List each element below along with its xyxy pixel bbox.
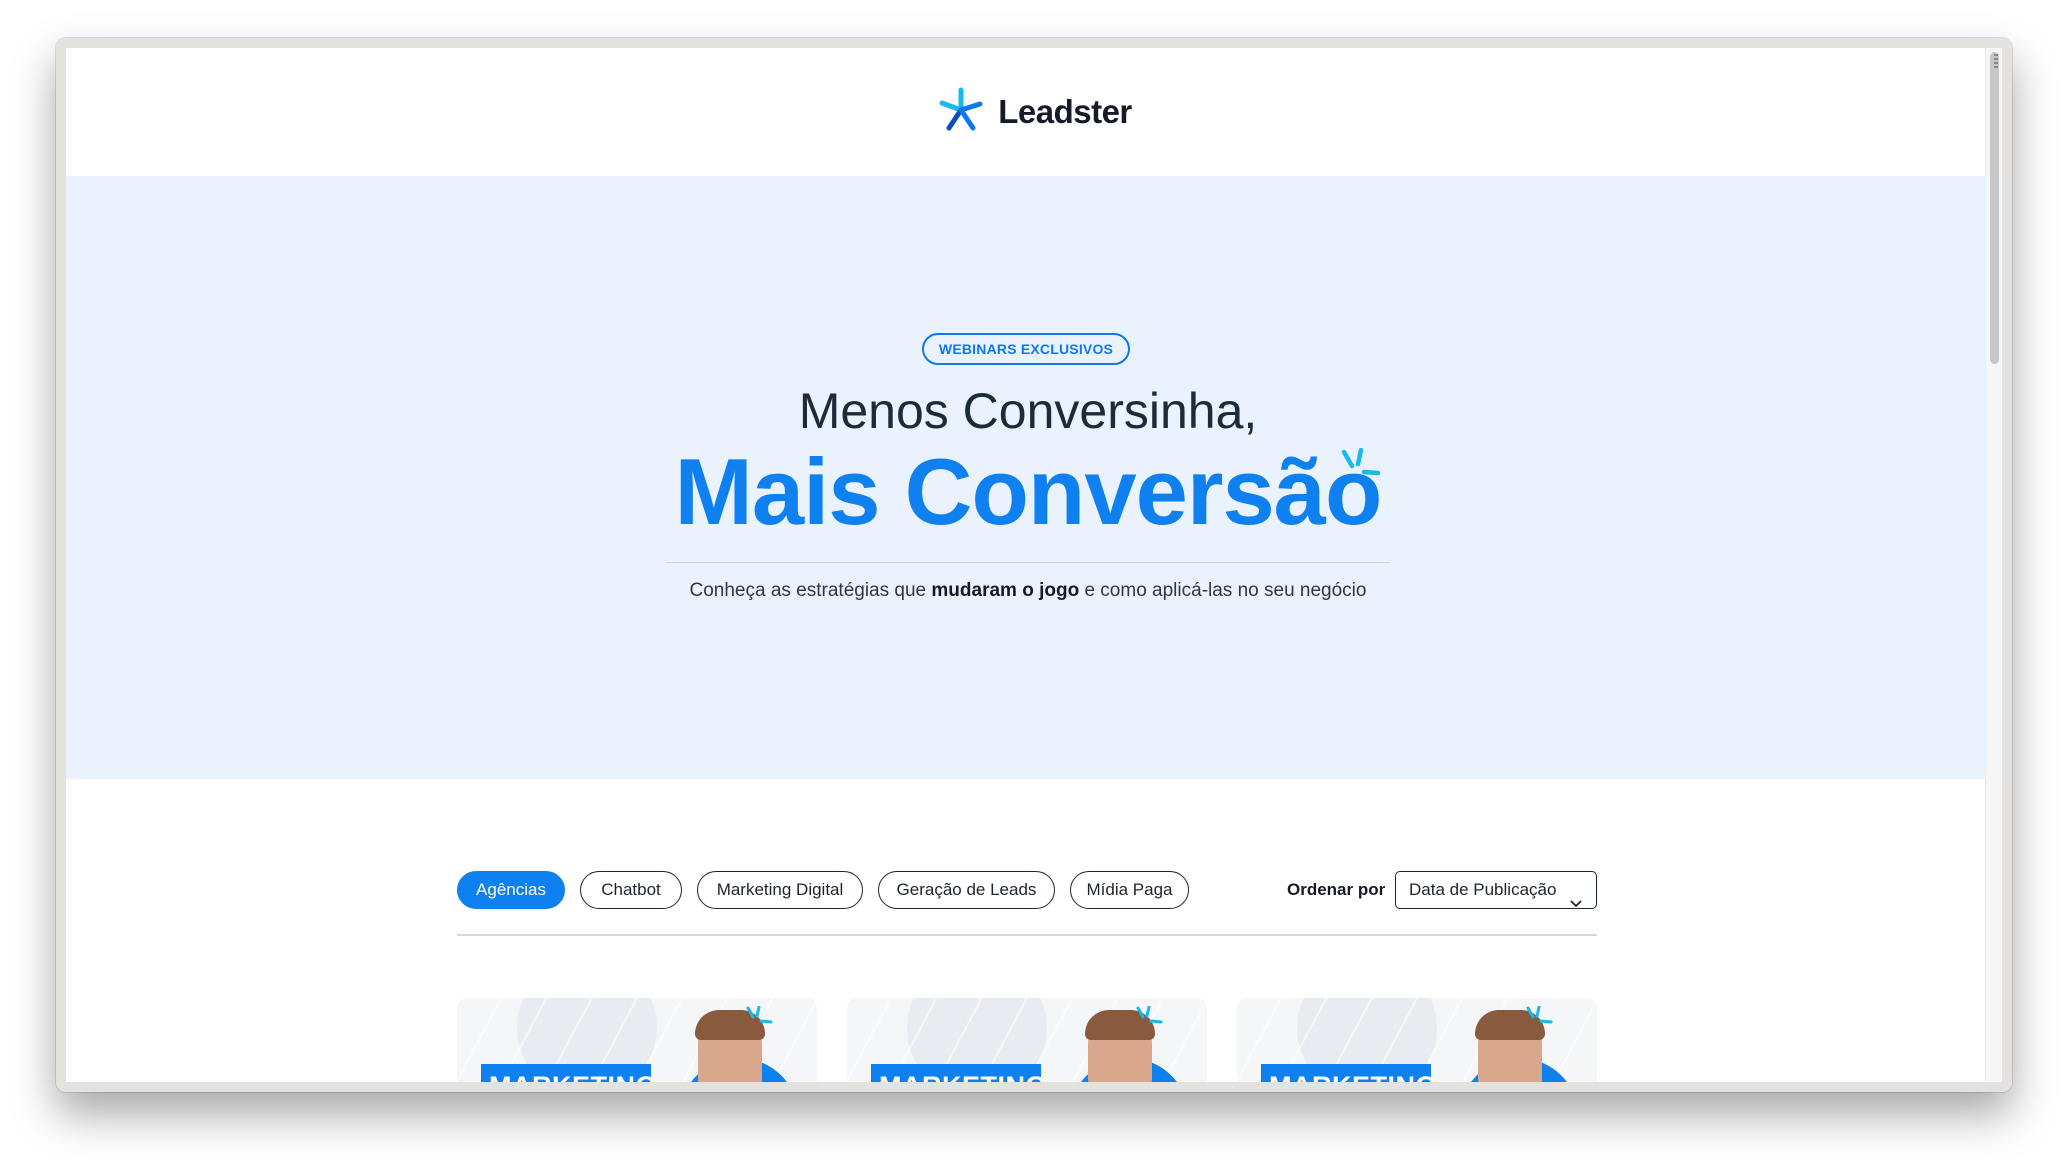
hero-title-line1: Menos Conversinha, <box>798 383 1258 439</box>
filter-chip-midia-paga[interactable]: Mídia Paga <box>1070 871 1189 909</box>
order-by-select[interactable]: Data de Publicação <box>1395 871 1597 909</box>
sparkle-icon <box>1133 1005 1163 1033</box>
filters-bar: Agências Chatbot Marketing Digital Geraç… <box>457 871 1597 911</box>
chevron-down-icon <box>1570 885 1582 920</box>
scrollbar-thumb[interactable] <box>1990 52 1999 364</box>
sparkle-icon <box>1334 447 1382 489</box>
page-scrollbar[interactable] <box>1985 48 2002 1082</box>
webinar-card[interactable]: MARKETING <box>847 998 1207 1082</box>
card-tag: MARKETING <box>1261 1064 1437 1082</box>
webinar-card[interactable]: MARKETING <box>457 998 817 1082</box>
site-header: Leadster <box>66 48 2002 176</box>
sparkle-icon <box>1523 1005 1553 1033</box>
filter-chip-agencias[interactable]: Agências <box>457 871 565 909</box>
leadster-spark-icon <box>936 87 986 138</box>
filter-chip-geracao-de-leads[interactable]: Geração de Leads <box>878 871 1055 909</box>
filter-chip-marketing-digital[interactable]: Marketing Digital <box>697 871 863 909</box>
hero-title-line2: Mais Conversão <box>674 439 1383 544</box>
card-tag: MARKETING <box>871 1064 1047 1082</box>
hero-divider <box>666 562 1390 563</box>
filter-chip-chatbot[interactable]: Chatbot <box>580 871 682 909</box>
hero-subtitle: Conheça as estratégias que mudaram o jog… <box>689 580 1367 601</box>
leadster-logo[interactable]: Leadster <box>936 87 1132 138</box>
hero-section: WEBINARS EXCLUSIVOS Menos Conversinha, M… <box>66 176 1990 779</box>
page-viewport: Leadster WEBINARS EXCLUSIVOS Menos Conve… <box>66 48 2002 1082</box>
card-tag: MARKETING <box>481 1064 657 1082</box>
webinars-badge: WEBINARS EXCLUSIVOS <box>922 333 1130 365</box>
order-by-label: Ordenar por <box>1287 880 1386 899</box>
logo-wordmark: Leadster <box>998 93 1132 130</box>
browser-window: Leadster WEBINARS EXCLUSIVOS Menos Conve… <box>56 38 2012 1092</box>
webinar-card[interactable]: MARKETING <box>1237 998 1597 1082</box>
order-by-value: Data de Publicação <box>1409 880 1557 899</box>
sparkle-icon <box>743 1005 773 1033</box>
filters-divider <box>457 934 1597 936</box>
scroll-grip-icon <box>1994 54 1998 68</box>
